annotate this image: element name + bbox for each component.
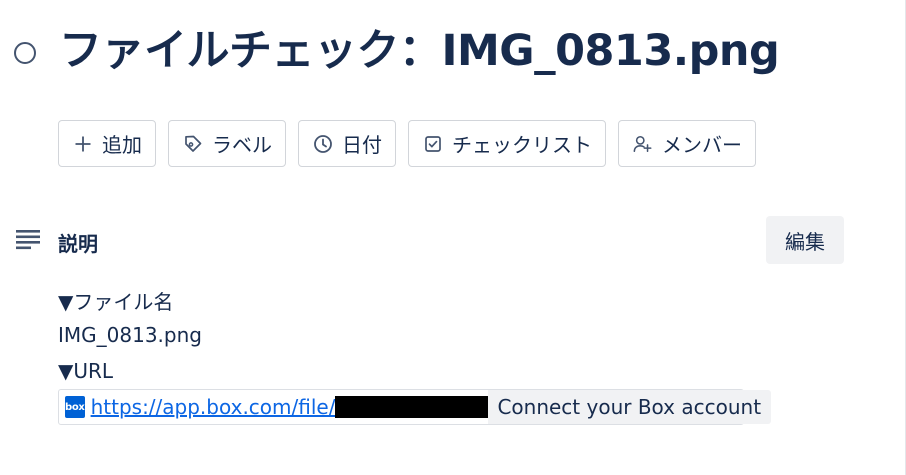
- card-action-bar: 追加 ラベル 日付 チェックリスト メンバー: [58, 120, 756, 167]
- dates-button-label: 日付: [342, 133, 382, 157]
- plus-icon: [73, 134, 93, 154]
- redacted-block: [335, 396, 489, 418]
- dates-button[interactable]: 日付: [298, 120, 396, 167]
- box-smart-link: box https://app.box.com/file/ Connect yo…: [58, 389, 772, 425]
- description-line-filename: IMG_0813.png: [58, 323, 202, 347]
- description-line-filename-header: ▼ファイル名: [58, 290, 174, 314]
- tag-icon: [183, 134, 203, 154]
- box-file-link-text: https://app.box.com/file/: [90, 395, 336, 419]
- members-button[interactable]: メンバー: [618, 120, 756, 167]
- labels-button-label: ラベル: [212, 133, 272, 157]
- description-heading: 説明: [58, 232, 98, 256]
- card-header: ファイルチェック：IMG_0813.png: [14, 30, 780, 73]
- add-button-label: 追加: [102, 133, 142, 157]
- connect-box-account-button[interactable]: Connect your Box account: [488, 390, 772, 424]
- checkbox-icon: [423, 134, 443, 154]
- checklist-button-label: チェックリスト: [452, 133, 592, 157]
- card-detail-page: ファイルチェック：IMG_0813.png 追加 ラベル 日付 チェックリスト: [0, 0, 906, 475]
- mark-complete-circle-icon[interactable]: [14, 41, 36, 64]
- edit-description-button[interactable]: 編集: [766, 216, 844, 264]
- box-logo-icon: box: [65, 396, 85, 418]
- checklist-button[interactable]: チェックリスト: [408, 120, 606, 167]
- card-title[interactable]: ファイルチェック：IMG_0813.png: [59, 30, 780, 73]
- labels-button[interactable]: ラベル: [168, 120, 286, 167]
- text-lines-icon: [16, 230, 40, 250]
- box-file-link[interactable]: https://app.box.com/file/: [91, 395, 489, 419]
- add-member-icon: [633, 134, 653, 154]
- add-button[interactable]: 追加: [58, 120, 156, 167]
- clock-icon: [313, 134, 333, 154]
- description-line-url-header: ▼URL: [58, 359, 114, 383]
- members-button-label: メンバー: [662, 133, 742, 157]
